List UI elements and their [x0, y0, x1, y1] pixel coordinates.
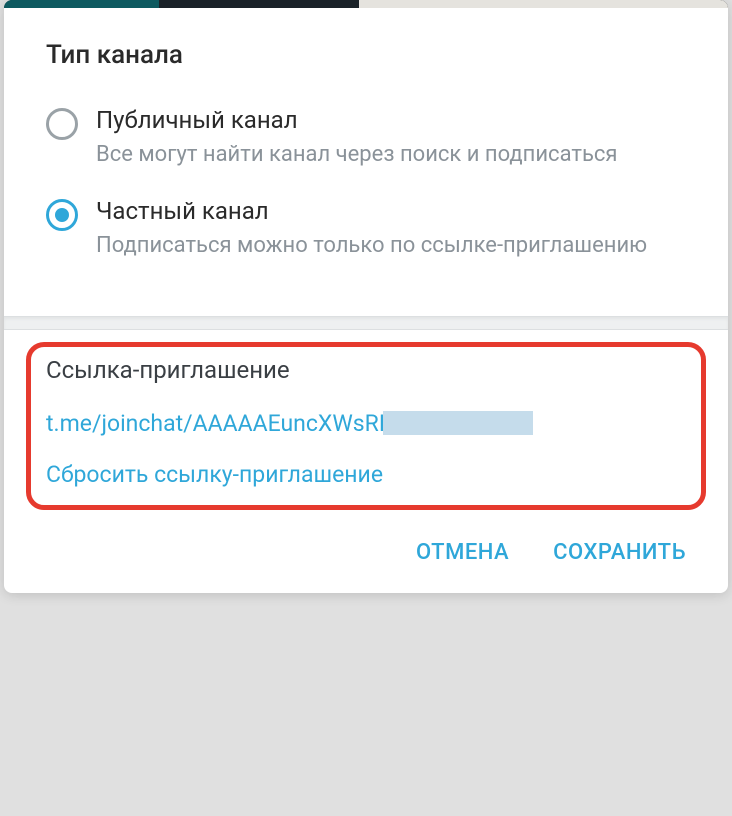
invite-link-section: Ссылка-приглашение t.me/joinchat/AAAAAEu… [4, 330, 728, 518]
section-divider [4, 316, 728, 330]
dialog-footer: ОТМЕНА СОХРАНИТЬ [4, 518, 728, 593]
invite-link[interactable]: t.me/joinchat/AAAAAEuncXWsRI [46, 410, 385, 437]
radio-label: Публичный канал [96, 106, 686, 134]
invite-title: Ссылка-приглашение [46, 356, 686, 384]
radio-dot-icon [55, 208, 69, 222]
redacted-block [383, 411, 533, 435]
radio-label: Частный канал [96, 197, 686, 225]
channel-type-dialog: Тип канала Публичный канал Все могут най… [4, 0, 728, 593]
save-button[interactable]: СОХРАНИТЬ [553, 540, 686, 565]
section-title: Тип канала [46, 40, 686, 70]
radio-option-private[interactable]: Частный канал Подписаться можно только п… [46, 197, 686, 262]
radio-option-public[interactable]: Публичный канал Все могут найти канал че… [46, 106, 686, 171]
radio-icon[interactable] [46, 108, 78, 140]
invite-link-row: t.me/joinchat/AAAAAEuncXWsRI [46, 410, 686, 437]
radio-description: Все могут найти канал через поиск и подп… [96, 140, 686, 171]
channel-type-section: Тип канала Публичный канал Все могут най… [4, 8, 728, 316]
radio-icon[interactable] [46, 199, 78, 231]
radio-description: Подписаться можно только по ссылке-пригл… [96, 231, 686, 262]
title-bar-fragment [4, 0, 728, 8]
reset-invite-link[interactable]: Сбросить ссылку-приглашение [46, 461, 686, 488]
cancel-button[interactable]: ОТМЕНА [416, 540, 509, 565]
